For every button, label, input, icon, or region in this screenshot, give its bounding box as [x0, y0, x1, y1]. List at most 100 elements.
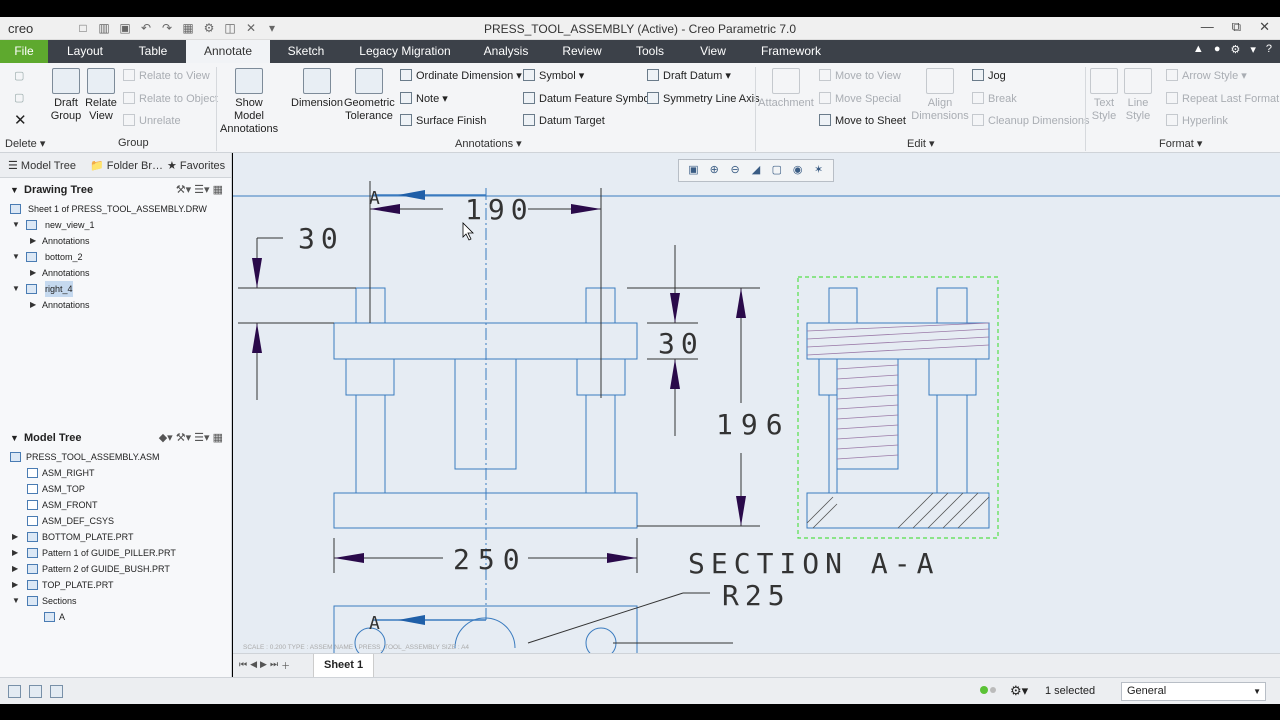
section-marker-bottom[interactable]: A	[369, 613, 380, 634]
help-icon[interactable]: ?	[1266, 43, 1272, 56]
settings-dropdown-icon[interactable]: ▾	[1250, 43, 1256, 56]
selection-filter-select[interactable]: General ▼	[1121, 682, 1266, 701]
edit-group-label[interactable]: Edit ▾	[907, 137, 935, 150]
tab-sketch[interactable]: Sketch	[276, 40, 336, 63]
relate-to-object-button[interactable]: Relate to Object	[123, 92, 218, 105]
browser-toggle-icon[interactable]	[29, 685, 42, 698]
break-button[interactable]: Break	[972, 92, 1017, 105]
draft-group-button[interactable]: Draft Group	[48, 68, 84, 123]
surface-finish-button[interactable]: Surface Finish	[400, 114, 486, 127]
repeat-last-format-button[interactable]: Repeat Last Format	[1166, 92, 1279, 105]
tab-framework[interactable]: Framework	[752, 40, 830, 63]
tree-row-bottom-plate[interactable]: ▶ BOTTOM_PLATE.PRT	[0, 529, 231, 545]
next-sheet-icon[interactable]: ▶	[260, 659, 267, 672]
expand-icon[interactable]: ▶	[12, 545, 18, 561]
dim-250-text[interactable]: 250	[453, 543, 528, 576]
tree-row-annotations[interactable]: ▶ Annotations	[0, 233, 231, 249]
repaint-icon[interactable]: ◢	[748, 163, 765, 178]
unrelate-button[interactable]: Unrelate	[123, 114, 181, 127]
attachment-button[interactable]: Attachment	[758, 68, 814, 110]
expand-icon[interactable]: ▶	[12, 561, 18, 577]
section-label-text[interactable]: SECTION A-A	[688, 547, 939, 580]
collapse-icon[interactable]: ▼	[10, 179, 19, 201]
arrow-style-button[interactable]: Arrow Style ▾	[1166, 69, 1247, 82]
restore-icon[interactable]: ⧉	[1232, 19, 1241, 35]
first-sheet-icon[interactable]: ⏮	[239, 659, 247, 672]
expand-icon[interactable]: ▶	[30, 265, 36, 281]
format-group-label[interactable]: Format ▾	[1159, 137, 1202, 150]
tree-row-annotations[interactable]: ▶ Annotations	[0, 297, 231, 313]
ribbon-icon-1[interactable]: ▢	[14, 69, 24, 82]
collapse-icon[interactable]: ▼	[12, 593, 20, 609]
r25-text[interactable]: R25	[722, 579, 791, 612]
expand-icon[interactable]: ▶	[30, 297, 36, 313]
datum-display-icon[interactable]: ✶	[810, 163, 827, 178]
tree-row-asm-def-csys[interactable]: ASM_DEF_CSYS	[0, 513, 231, 529]
collapse-icon[interactable]: ▼	[10, 427, 19, 449]
delete-group-label[interactable]: Delete ▾	[5, 137, 45, 150]
symmetry-line-axis-button[interactable]: Symmetry Line Axis	[647, 92, 760, 105]
tab-file[interactable]: File	[0, 40, 48, 63]
symbol-button[interactable]: Symbol ▾	[523, 69, 584, 82]
move-special-button[interactable]: Move Special	[819, 92, 901, 105]
prev-sheet-icon[interactable]: ◀	[250, 659, 257, 672]
cleanup-dimensions-button[interactable]: Cleanup Dimensions	[972, 114, 1090, 127]
move-to-sheet-button[interactable]: Move to Sheet	[819, 114, 906, 127]
move-to-view-button[interactable]: Move to View	[819, 69, 901, 82]
tab-analysis[interactable]: Analysis	[476, 40, 536, 63]
tree-row-asm-front[interactable]: ASM_FRONT	[0, 497, 231, 513]
tree-row-top-plate[interactable]: ▶ TOP_PLATE.PRT	[0, 577, 231, 593]
tab-view[interactable]: View	[683, 40, 743, 63]
zoom-in-icon[interactable]: ⊕	[706, 163, 723, 178]
tree-row-section-a[interactable]: A	[0, 609, 231, 625]
add-sheet-icon[interactable]: ＋	[281, 659, 290, 672]
expand-icon[interactable]: ▶	[12, 529, 18, 545]
find-icon[interactable]: ⚙▾	[1010, 683, 1028, 699]
tab-annotate[interactable]: Annotate	[186, 40, 270, 63]
tab-layout[interactable]: Layout	[55, 40, 115, 63]
tab-table[interactable]: Table	[123, 40, 183, 63]
sheet-tab[interactable]: Sheet 1	[313, 654, 375, 677]
tree-row-asm-right[interactable]: ASM_RIGHT	[0, 465, 231, 481]
note-button[interactable]: Note ▾	[400, 92, 448, 105]
tab-folder-browser[interactable]: 📁 Folder Br…	[90, 159, 163, 172]
jog-button[interactable]: Jog	[972, 69, 1006, 82]
hyperlink-button[interactable]: Hyperlink	[1166, 114, 1228, 127]
zoom-out-icon[interactable]: ⊖	[727, 163, 744, 178]
tab-legacy-migration[interactable]: Legacy Migration	[350, 40, 460, 63]
minimize-icon[interactable]: —	[1201, 19, 1214, 35]
tree-tools-icons[interactable]: ⚒▾ ☰▾ ▦	[176, 179, 223, 201]
tree-row-sections[interactable]: ▼ Sections	[0, 593, 231, 609]
tree-row-pattern-2[interactable]: ▶ Pattern 2 of GUIDE_BUSH.PRT	[0, 561, 231, 577]
refit-icon[interactable]: ▣	[685, 163, 702, 178]
navigator-toggle-icon[interactable]	[8, 685, 21, 698]
drawing-canvas[interactable]: 190 30 30 196 250 SECTION A-A R25 A A SC…	[233, 153, 1280, 653]
user-icon[interactable]: ●	[1214, 43, 1221, 56]
dim-196-text[interactable]: 196	[716, 408, 791, 441]
align-dimensions-button[interactable]: Align Dimensions	[910, 68, 970, 123]
collapse-icon[interactable]: ▼	[12, 217, 20, 233]
datum-feature-symbol-button[interactable]: Datum Feature Symbol	[523, 92, 652, 105]
close-icon[interactable]: ✕	[1259, 19, 1270, 35]
dimension-button[interactable]: Dimension	[290, 68, 344, 110]
datum-target-button[interactable]: Datum Target	[523, 114, 605, 127]
tree-row-new-view-1[interactable]: ▼ new_view_1	[0, 217, 231, 233]
relate-view-button[interactable]: Relate View	[84, 68, 118, 123]
tab-model-tree[interactable]: ☰ Model Tree	[8, 159, 76, 172]
line-style-button[interactable]: Line Style	[1122, 68, 1154, 123]
last-sheet-icon[interactable]: ⏭	[270, 659, 278, 672]
tree-row-pattern-1[interactable]: ▶ Pattern 1 of GUIDE_PILLER.PRT	[0, 545, 231, 561]
ribbon-icon-2[interactable]: ▢	[14, 91, 24, 104]
model-tree-header[interactable]: ▼ Model Tree ◆▾ ⚒▾ ☰▾ ▦	[0, 427, 231, 449]
delete-x-icon[interactable]: ✕	[14, 111, 27, 129]
tree-row-asm-top[interactable]: ASM_TOP	[0, 481, 231, 497]
collapse-icon[interactable]: ▼	[12, 281, 20, 297]
tree-row-sheet[interactable]: Sheet 1 of PRESS_TOOL_ASSEMBLY.DRW	[0, 201, 231, 217]
relate-to-view-button[interactable]: Relate to View	[123, 69, 210, 82]
collapse-ribbon-icon[interactable]: ▲	[1193, 43, 1204, 56]
show-model-annotations-button[interactable]: Show Model Annotations	[220, 68, 278, 136]
view-manager-icon[interactable]: ◉	[789, 163, 806, 178]
settings-icon[interactable]: ⚙	[1230, 43, 1240, 56]
ordinate-dimension-button[interactable]: Ordinate Dimension ▾	[400, 69, 522, 82]
tree-row-assembly[interactable]: PRESS_TOOL_ASSEMBLY.ASM	[0, 449, 231, 465]
